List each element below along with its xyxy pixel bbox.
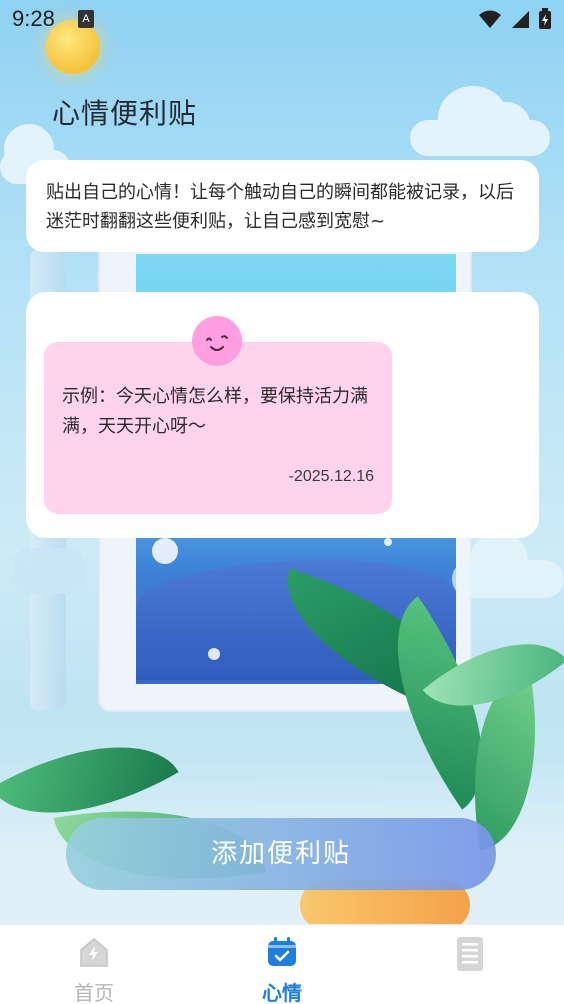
wifi-icon (479, 10, 501, 28)
battery-charging-icon (539, 8, 551, 29)
nav-label-home: 首页 (74, 981, 114, 1004)
nav-item-notes[interactable] (376, 925, 564, 1004)
notes-panel: 示例：今天心情怎么样，要保持活力满满，天天开心呀～ -2025.12.16 (26, 292, 539, 538)
page-title: 心情便利贴 (52, 97, 198, 130)
status-bar: 9:28 A (0, 0, 564, 40)
nav-label-mood: 心情 (262, 981, 302, 1004)
add-note-button[interactable]: 添加便利贴 (66, 818, 496, 890)
notification-badge: A (78, 10, 94, 28)
note-text: 示例：今天心情怎么样，要保持活力满满，天天开心呀～ (62, 386, 368, 437)
nav-item-home[interactable]: 首页 (0, 925, 188, 1004)
cloud-decoration (452, 532, 564, 598)
sticky-note[interactable]: 示例：今天心情怎么样，要保持活力满满，天天开心呀～ -2025.12.16 (44, 342, 392, 514)
smile-icon (192, 316, 242, 366)
bottom-nav: 首页 心情 (0, 924, 564, 1004)
signal-icon (512, 11, 529, 28)
bubble-decoration (384, 538, 392, 546)
home-icon (80, 938, 108, 967)
note-date: -2025.12.16 (288, 468, 374, 485)
calendar-check-icon (268, 937, 296, 966)
document-list-icon (457, 937, 483, 971)
nav-item-mood[interactable]: 心情 (188, 925, 376, 1004)
status-time: 9:28 (12, 6, 55, 31)
cloud-decoration (410, 86, 550, 156)
status-icons (478, 8, 552, 30)
tower-ring-decoration (14, 548, 84, 594)
intro-card: 贴出自己的心情！让每个触动自己的瞬间都能被记录，以后迷茫时翻翻这些便利贴，让自己… (26, 160, 539, 252)
bubble-decoration (208, 648, 220, 660)
bubble-decoration (152, 538, 178, 564)
intro-text: 贴出自己的心情！让每个触动自己的瞬间都能被记录，以后迷茫时翻翻这些便利贴，让自己… (46, 182, 514, 232)
